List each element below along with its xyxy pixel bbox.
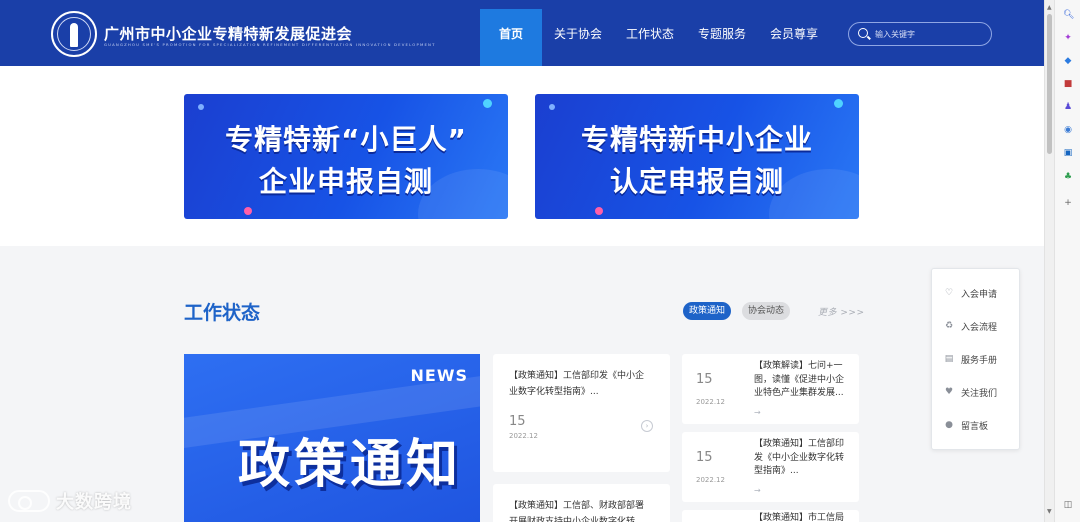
- search-input[interactable]: [875, 26, 985, 42]
- side-news-month: 2022.12: [696, 476, 725, 484]
- recycle-icon: ♻: [944, 321, 954, 331]
- search-box[interactable]: [848, 22, 992, 46]
- more-link[interactable]: 更多 >>>: [818, 305, 864, 318]
- side-news-month: 2022.12: [696, 398, 725, 406]
- sidebar-toggle-icon[interactable]: ◫: [1063, 500, 1073, 510]
- side-news-day: 15: [696, 450, 713, 465]
- page: 广州市中小企业专精特新发展促进会 GUANGZHOU SME'S PROMOTI…: [0, 0, 1044, 522]
- main-nav: 首页 关于协会 工作状态 专题服务 会员尊享: [480, 9, 830, 66]
- people-icon[interactable]: ♟: [1063, 102, 1073, 112]
- side-news-day: 15: [696, 372, 713, 387]
- news-card-title: 【政策通知】工信部、财政部部署开展财政支持中小企业数字化转...: [509, 501, 645, 522]
- tree-icon[interactable]: ♣: [1063, 172, 1073, 182]
- add-icon[interactable]: +: [1063, 198, 1073, 208]
- heart-icon: ♡: [944, 288, 954, 298]
- nav-special-services[interactable]: 专题服务: [686, 9, 758, 66]
- tab-association-news[interactable]: 协会动态: [742, 302, 791, 320]
- menu-label: 服务手册: [961, 355, 998, 366]
- scroll-up-arrow-icon[interactable]: ▲: [1047, 4, 1052, 11]
- arrow-right-icon: →: [754, 408, 761, 417]
- banner-line1: 专精特新“小巨人”: [225, 123, 467, 156]
- scrollbar-thumb[interactable]: [1047, 14, 1052, 154]
- logo-figure: [70, 23, 78, 47]
- side-news-title: 【政策通知】工信部印发《中小企业数字化转型指南》...: [754, 439, 845, 476]
- banner-dot-decoration: [549, 104, 555, 110]
- feature-headline: 政策通知: [238, 435, 463, 495]
- banner-sme-certification-self-test[interactable]: 专精特新中小企业 认定申报自测: [535, 94, 859, 219]
- feature-news-tag: NEWS: [410, 366, 468, 385]
- watermark-logo-icon: [8, 490, 50, 512]
- menu-follow-us[interactable]: ♥ 关注我们: [944, 383, 997, 401]
- watermark: 大数跨境: [8, 488, 132, 514]
- toolbox-icon[interactable]: ■: [1063, 79, 1073, 89]
- side-news-title: 【政策解读】七问+一图，读懂《促进中小企业特色产业集群发展...: [754, 361, 845, 398]
- nav-work-status[interactable]: 工作状态: [614, 9, 686, 66]
- banner-little-giant-self-test[interactable]: 专精特新“小巨人” 企业申报自测: [184, 94, 508, 219]
- circle-app-icon[interactable]: ◉: [1063, 125, 1073, 135]
- page-scrollbar[interactable]: ▲ ▼: [1044, 0, 1054, 522]
- banner-dot-decoration: [244, 207, 252, 215]
- site-header: 广州市中小企业专精特新发展促进会 GUANGZHOU SME'S PROMOTI…: [0, 0, 1044, 66]
- scroll-down-arrow-icon[interactable]: ▼: [1047, 508, 1052, 515]
- banner-dot-decoration: [595, 207, 603, 215]
- search-icon[interactable]: [858, 28, 868, 38]
- tab-policy-notice[interactable]: 政策通知: [683, 302, 732, 320]
- menu-join-process[interactable]: ♻ 入会流程: [944, 317, 997, 335]
- news-card[interactable]: 【政策通知】工信部印发《中小企业数字化转型指南》... 15 2022.12 ›: [493, 354, 670, 472]
- news-card[interactable]: 【政策通知】工信部、财政部部署开展财政支持中小企业数字化转...: [493, 484, 670, 522]
- outlook-icon[interactable]: ▣: [1063, 148, 1073, 158]
- watermark-text: 大数跨境: [56, 492, 132, 513]
- banner-line1: 专精特新中小企业: [580, 123, 813, 156]
- nav-home[interactable]: 首页: [480, 9, 542, 66]
- site-subtitle: GUANGZHOU SME'S PROMOTION FOR SPECIALIZA…: [104, 42, 436, 47]
- chat-bubble-icon: ●: [945, 420, 953, 430]
- menu-message-board[interactable]: ● 留言板: [944, 416, 988, 434]
- banner-dot-decoration: [198, 104, 204, 110]
- section-title: 工作状态: [184, 302, 261, 324]
- side-news-card[interactable]: 15 2022.12 【政策通知】工信部印发《中小企业数字化转型指南》... →: [682, 432, 859, 502]
- side-news-card[interactable]: 15 2022.12 【政策解读】七问+一图，读懂《促进中小企业特色产业集群发展…: [682, 354, 859, 424]
- banner-line2: 认定申报自测: [609, 165, 784, 198]
- banner-area: 专精特新“小巨人” 企业申报自测 专精特新中小企业 认定申报自测: [0, 66, 1044, 246]
- tag-icon[interactable]: ◆: [1063, 56, 1073, 66]
- menu-label: 关注我们: [961, 388, 998, 399]
- banner-dot-decoration: [834, 99, 843, 108]
- side-news-title: 【政策通知】市工信局: [754, 513, 845, 522]
- heart-filled-icon: ♥: [944, 387, 954, 397]
- menu-label: 留言板: [961, 421, 989, 432]
- nav-member-benefits[interactable]: 会员尊享: [758, 9, 830, 66]
- association-logo-icon[interactable]: [51, 11, 97, 57]
- news-card-day: 15: [509, 414, 526, 429]
- banner-dot-decoration: [483, 99, 492, 108]
- news-card-month: 2022.12: [509, 432, 538, 440]
- menu-label: 入会申请: [961, 289, 998, 300]
- menu-label: 入会流程: [961, 322, 998, 333]
- news-card-title: 【政策通知】工信部印发《中小企业数字化转型指南》...: [509, 371, 645, 397]
- site-title[interactable]: 广州市中小企业专精特新发展促进会: [104, 23, 352, 44]
- side-news-card[interactable]: 【政策通知】市工信局: [682, 510, 859, 522]
- sparkle-icon[interactable]: ✦: [1063, 33, 1073, 43]
- floating-side-menu: ♡ 入会申请 ♻ 入会流程 ▤ 服务手册 ♥ 关注我们 ● 留言板: [931, 268, 1020, 450]
- arrow-right-icon: →: [754, 486, 761, 495]
- nav-about[interactable]: 关于协会: [542, 9, 614, 66]
- feature-image-policy-notice[interactable]: NEWS 政策通知: [184, 354, 480, 522]
- menu-service-handbook[interactable]: ▤ 服务手册: [944, 350, 997, 368]
- search-icon[interactable]: 🔍︎: [1063, 10, 1074, 20]
- banner-line2: 企业申报自测: [258, 165, 433, 198]
- browser-sidebar: 🔍︎ ✦ ◆ ■ ♟ ◉ ▣ ♣ + ◫: [1054, 0, 1080, 522]
- chevron-right-icon[interactable]: ›: [641, 420, 653, 432]
- document-icon: ▤: [944, 354, 954, 364]
- menu-join-application[interactable]: ♡ 入会申请: [944, 284, 997, 302]
